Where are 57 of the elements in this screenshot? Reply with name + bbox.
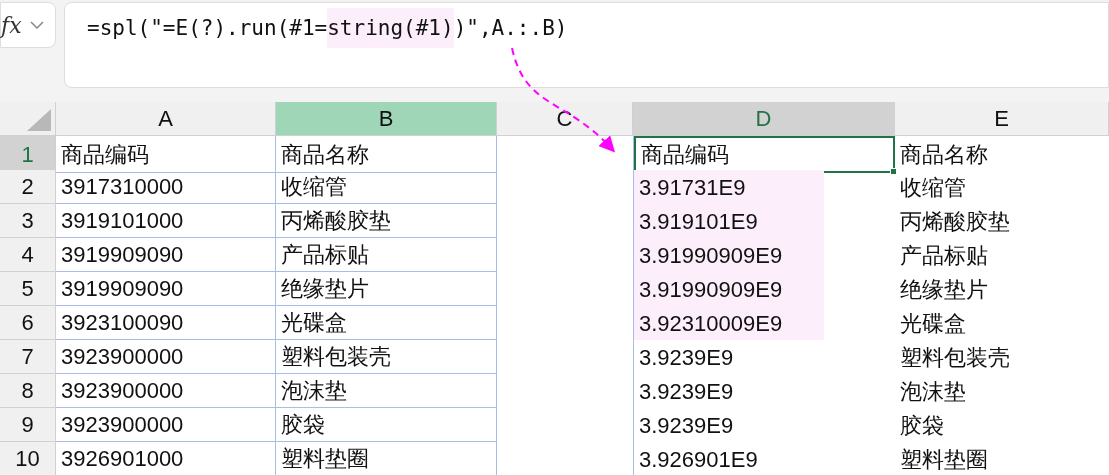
table-cell: 产品标贴 bbox=[276, 238, 497, 272]
column-header[interactable]: B bbox=[276, 102, 497, 135]
table-cell-text: 3.9239E9 bbox=[638, 377, 735, 406]
table-cell: 3.92310009E9 bbox=[634, 306, 824, 340]
table-cell-text: 胶袋 bbox=[899, 411, 945, 440]
table-cell-text: 3.926901E9 bbox=[638, 445, 759, 474]
table-cell: 3923900000 bbox=[56, 340, 276, 374]
row-header[interactable]: 4 bbox=[0, 238, 56, 272]
table-cell: 商品编码 bbox=[56, 136, 276, 173]
table-cell-text: 产品标贴 bbox=[899, 241, 989, 270]
function-button[interactable]: fx bbox=[0, 2, 56, 48]
table-cell: 泡沫垫 bbox=[276, 374, 497, 408]
table-cell: 3.91731E9 bbox=[634, 170, 824, 204]
chevron-down-icon bbox=[29, 21, 44, 29]
table-cell: 塑料包装壳 bbox=[276, 340, 497, 374]
fill-handle[interactable] bbox=[890, 168, 897, 175]
table-cell: 收缩管 bbox=[276, 170, 497, 204]
table-cell: 3919909090 bbox=[56, 272, 276, 306]
table-cell: 塑料垫圈 bbox=[276, 442, 497, 475]
row-header[interactable]: 5 bbox=[0, 272, 56, 306]
table-cell: 3.91990909E9 bbox=[634, 272, 824, 306]
table-cell-text: 塑料垫圈 bbox=[899, 445, 989, 474]
table-cell: 3919909090 bbox=[56, 238, 276, 272]
row-header[interactable]: 2 bbox=[0, 170, 56, 204]
table-cell: 胶袋 bbox=[276, 408, 497, 442]
table-cell-text: 收缩管 bbox=[899, 173, 967, 202]
table-cell: 商品名称 bbox=[276, 136, 497, 173]
table-cell: 3.919101E9 bbox=[634, 204, 824, 238]
table-cell: 3923100090 bbox=[56, 306, 276, 340]
row-header[interactable]: 3 bbox=[0, 204, 56, 238]
table-cell-text: 丙烯酸胶垫 bbox=[899, 207, 1011, 236]
table-cell-text: 3.9239E9 bbox=[638, 343, 735, 372]
table-cell-text: 泡沫垫 bbox=[899, 377, 967, 406]
formula-field[interactable]: =spl("=E(?).run(#1=string(#1))",A.:.B) bbox=[64, 2, 1109, 88]
table-cell: 3917310000 bbox=[56, 170, 276, 204]
row-header[interactable]: 10 bbox=[0, 442, 56, 475]
column-header[interactable]: E bbox=[895, 102, 1109, 135]
table-cell: 丙烯酸胶垫 bbox=[276, 204, 497, 238]
table-cell: 3926901000 bbox=[56, 442, 276, 475]
corner-triangle-icon bbox=[27, 109, 51, 131]
table-cell-text: 光碟盒 bbox=[899, 309, 967, 338]
table-cell: 3919101000 bbox=[56, 204, 276, 238]
row-header[interactable]: 6 bbox=[0, 306, 56, 340]
row-header[interactable]: 9 bbox=[0, 408, 56, 442]
row-header[interactable]: 8 bbox=[0, 374, 56, 408]
table-cell: 3923900000 bbox=[56, 374, 276, 408]
row-header[interactable]: 7 bbox=[0, 340, 56, 374]
table-cell: 3.91990909E9 bbox=[634, 238, 824, 272]
table-cell: 绝缘垫片 bbox=[276, 272, 497, 306]
table-cell: 光碟盒 bbox=[276, 306, 497, 340]
table-cell-text: 绝缘垫片 bbox=[899, 275, 989, 304]
column-header[interactable]: D bbox=[633, 102, 895, 135]
table-cell-text: 塑料包装壳 bbox=[899, 343, 1011, 372]
table-cell: 3923900000 bbox=[56, 408, 276, 442]
table-cell-text: 3.9239E9 bbox=[638, 411, 735, 440]
table-cell-text: 商品名称 bbox=[899, 141, 989, 169]
formula-text: =spl("=E(?).run(#1=string(#1))",A.:.B) bbox=[87, 8, 568, 48]
